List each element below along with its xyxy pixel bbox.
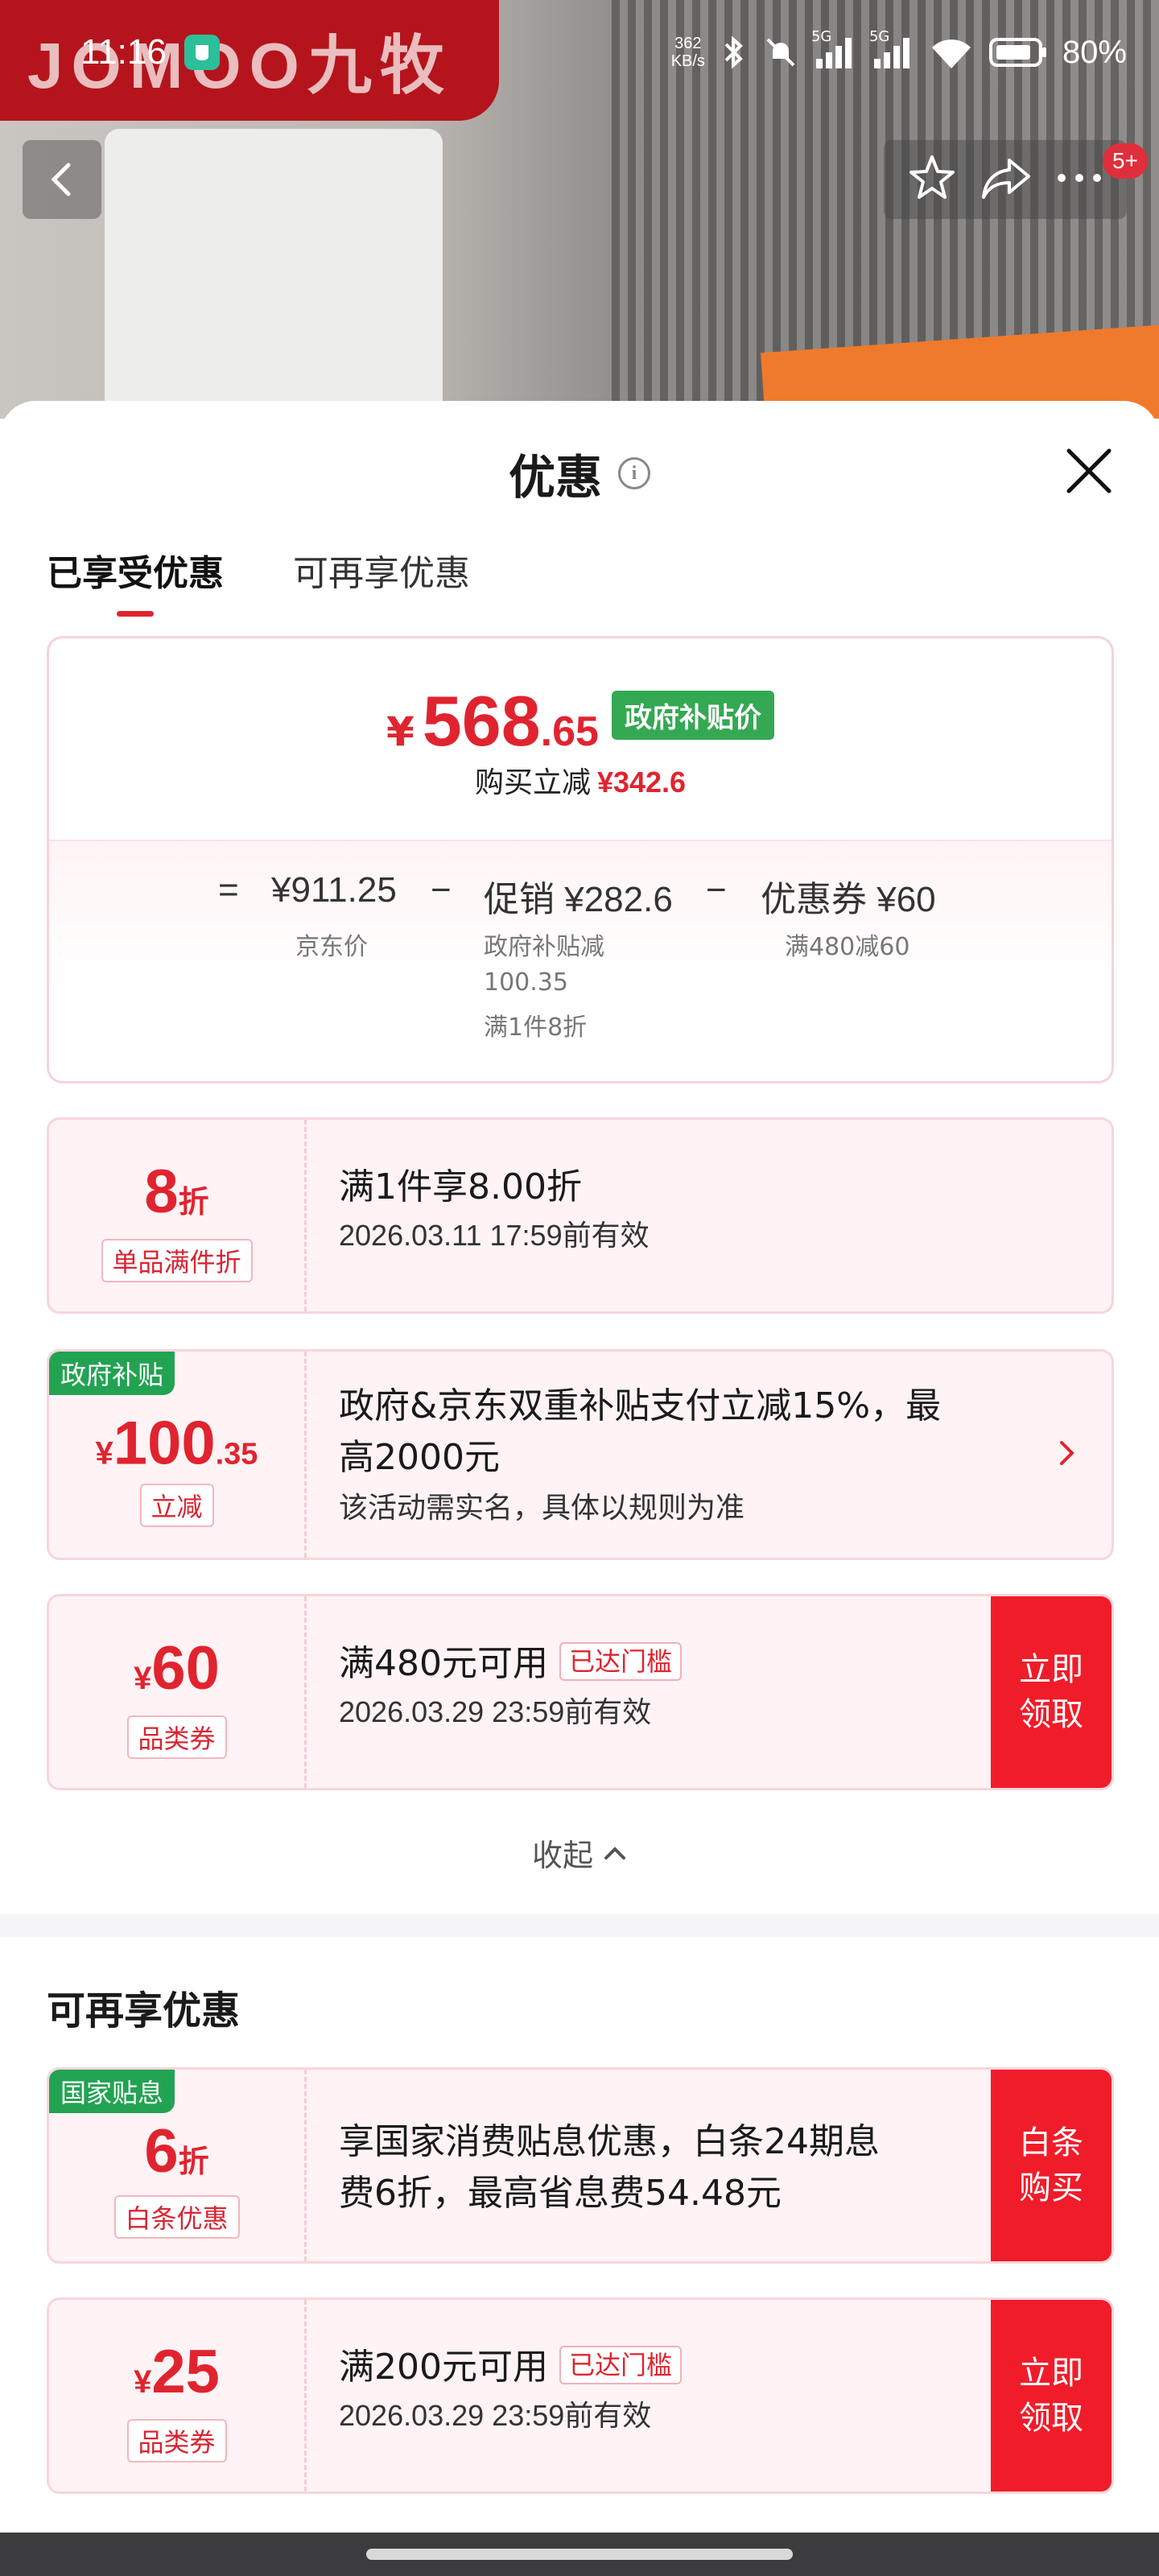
close-button[interactable] xyxy=(1061,443,1117,499)
national-interest-subsidy-tag: 国家贴息 xyxy=(49,2070,175,2113)
offer-text: 享国家消费贴息优惠，白条24期息 费6折，最高省息费54.48元 xyxy=(339,2116,880,2219)
signal-icon-2: 5G xyxy=(869,28,914,70)
chevron-right-icon xyxy=(1060,1441,1074,1465)
coupon-amount: 优惠券 ¥60 xyxy=(761,880,936,919)
threshold-reached-tag: 已达门槛 xyxy=(559,2346,682,2384)
network-speed: 362 KB/s xyxy=(670,35,705,70)
offer-text: 满480元可用 已达门槛 2026.03.29 23:59前有效 xyxy=(339,1638,682,1735)
offer-rule-note: 该活动需实名，具体以规则为准 xyxy=(339,1491,745,1524)
offer-validity: 2026.03.29 23:59前有效 xyxy=(339,1695,652,1728)
tab-bar: 已享受优惠 可再享优惠 xyxy=(47,544,470,617)
offer-type-chip: 立减 xyxy=(139,1484,214,1527)
claim-coupon-button[interactable]: 立即 领取 xyxy=(991,1596,1112,1788)
home-indicator[interactable] xyxy=(366,2549,793,2560)
status-bar: 11:16 362 KB/s 5G 5G 80% xyxy=(0,0,1159,105)
favorite-button[interactable] xyxy=(907,153,957,206)
back-button[interactable] xyxy=(23,140,101,219)
currency-symbol: ¥ xyxy=(386,708,415,755)
offer-title: 满200元可用 已达门槛 xyxy=(339,2342,682,2393)
chevron-up-icon xyxy=(604,1846,625,1860)
offer-card-baitiao: 国家贴息 6折 白条优惠 享国家消费贴息优惠，白条24期息 费6折，最高省息费5… xyxy=(47,2067,1114,2264)
offer-value-panel: 8折 单品满件折 xyxy=(49,1120,307,1311)
signal-icon-1: 5G xyxy=(811,28,856,70)
promo-amount: 促销 ¥282.6 xyxy=(484,880,673,919)
offer-details-chevron[interactable] xyxy=(1058,1439,1076,1470)
instant-cut-value: ¥342.6 xyxy=(596,766,687,799)
offer-type-chip: 品类券 xyxy=(126,1715,227,1759)
star-icon xyxy=(909,155,955,199)
offer-title-line: 高2000元 xyxy=(339,1437,500,1478)
offer-title: 满480元可用 已达门槛 xyxy=(339,1638,682,1690)
bluetooth-icon xyxy=(724,35,743,69)
gov-subsidy-tag: 政府补贴 xyxy=(49,1352,175,1395)
share-icon xyxy=(981,159,1030,199)
baitiao-buy-button[interactable]: 白条 购买 xyxy=(991,2070,1112,2261)
notification-badge: 5+ xyxy=(1103,143,1148,179)
offer-validity: 2026.03.29 23:59前有效 xyxy=(339,2399,652,2432)
final-price-block: ¥ 568 .65 政府补贴价 购买立减 ¥342.6 xyxy=(49,638,1112,840)
claim-coupon-button[interactable]: 立即 领取 xyxy=(991,2300,1112,2491)
offer-type-chip: 品类券 xyxy=(126,2419,227,2462)
threshold-reached-tag: 已达门槛 xyxy=(559,1642,682,1681)
battery-icon xyxy=(988,38,1046,67)
final-price-decimal: .65 xyxy=(540,708,599,755)
section-divider xyxy=(0,1914,1159,1937)
app-notification-icon xyxy=(184,35,220,70)
offer-title: 满1件享8.00折 xyxy=(339,1166,582,1208)
tab-available[interactable]: 可再享优惠 xyxy=(293,544,470,617)
wifi-icon xyxy=(931,39,971,68)
offer-value-panel: 国家贴息 6折 白条优惠 xyxy=(49,2070,307,2261)
offer-value-panel: ¥60 品类券 xyxy=(49,1596,307,1788)
jd-price-label: 京东价 xyxy=(295,933,368,961)
more-button[interactable] xyxy=(1055,170,1103,189)
offer-title-line: 享国家消费贴息优惠，白条24期息 xyxy=(339,2121,880,2162)
offer-type-chip: 白条优惠 xyxy=(113,2195,240,2239)
mute-bell-icon xyxy=(766,38,795,67)
tab-enjoyed[interactable]: 已享受优惠 xyxy=(47,544,224,617)
collapse-toggle[interactable]: 收起 xyxy=(0,1831,1159,1875)
offer-value-panel: 政府补贴 ¥100.35 立减 xyxy=(49,1352,307,1558)
close-icon xyxy=(1066,448,1112,493)
section-title-available: 可再享优惠 xyxy=(47,1988,241,2033)
offer-card-discount[interactable]: 8折 单品满件折 满1件享8.00折 2026.03.11 17:59前有效 xyxy=(47,1117,1114,1314)
price-summary-card: ¥ 568 .65 政府补贴价 购买立减 ¥342.6 = ¥911.25 − 促… xyxy=(47,636,1114,1084)
gov-subsidy-price-tag: 政府补贴价 xyxy=(611,690,774,740)
final-price-integer: 568 xyxy=(422,681,541,761)
gesture-bar xyxy=(0,2533,1159,2576)
share-button[interactable] xyxy=(980,155,1032,204)
promo-notes: 政府补贴减 100.35 满1件8折 xyxy=(484,933,604,1042)
jd-price: ¥911.25 xyxy=(271,870,397,910)
more-icon xyxy=(1058,174,1102,182)
nav-action-group xyxy=(884,140,1127,219)
offer-title-line: 费6折，最高省息费54.48元 xyxy=(339,2173,782,2214)
price-breakdown: = ¥911.25 − 促销 ¥282.6 − 优惠券 ¥60 京东价 政府补贴… xyxy=(49,840,1112,1081)
battery-level: 80% xyxy=(1062,34,1127,70)
offer-card-coupon-60: ¥60 品类券 满480元可用 已达门槛 2026.03.29 23:59前有效 … xyxy=(47,1594,1114,1790)
instant-cut-line: 购买立减 ¥342.6 xyxy=(474,766,687,799)
discount-sheet: 优惠 i 已享受优惠 可再享优惠 ¥ 568 .65 政府补贴价 购买立减 ¥34… xyxy=(0,401,1159,2576)
offer-text: 政府&京东双重补贴支付立减15%，最 高2000元 该活动需实名，具体以规则为准 xyxy=(339,1381,941,1532)
coupon-note: 满480减60 xyxy=(785,933,910,961)
offer-card-gov-subsidy[interactable]: 政府补贴 ¥100.35 立减 政府&京东双重补贴支付立减15%，最 高2000… xyxy=(47,1349,1114,1560)
sheet-header: 优惠 i xyxy=(0,440,1159,507)
offer-type-chip: 单品满件折 xyxy=(101,1239,253,1282)
offer-text: 满200元可用 已达门槛 2026.03.29 23:59前有效 xyxy=(339,2342,682,2438)
back-chevron-icon xyxy=(51,163,71,196)
info-icon[interactable]: i xyxy=(618,457,650,489)
collapse-label: 收起 xyxy=(531,1838,593,1873)
equals-sign: = xyxy=(218,870,239,910)
offer-title-line: 政府&京东双重补贴支付立减15%，最 xyxy=(339,1385,942,1426)
offer-text: 满1件享8.00折 2026.03.11 17:59前有效 xyxy=(339,1162,650,1258)
sheet-title: 优惠 xyxy=(508,450,602,505)
product-vanity-shape xyxy=(105,129,443,419)
offer-card-coupon-25: ¥25 品类券 满200元可用 已达门槛 2026.03.29 23:59前有效 … xyxy=(47,2297,1114,2494)
final-price: ¥ 568 .65 政府补贴价 xyxy=(49,680,1112,762)
minus-sign: − xyxy=(431,870,452,910)
minus-sign: − xyxy=(706,870,727,910)
offer-validity: 2026.03.11 17:59前有效 xyxy=(339,1219,650,1252)
status-time: 11:16 xyxy=(80,32,167,72)
offer-value-panel: ¥25 品类券 xyxy=(49,2300,307,2491)
